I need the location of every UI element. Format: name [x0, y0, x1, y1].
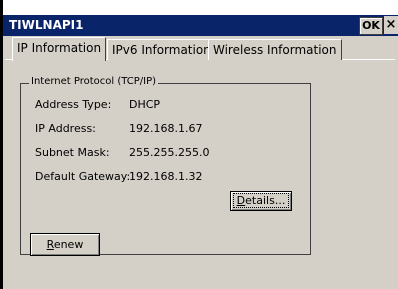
tab-wireless-information[interactable]: Wireless Information [208, 39, 342, 60]
details-button-focus: Details... [232, 193, 290, 208]
default-gateway-value: 192.168.1.32 [129, 170, 203, 183]
address-type-label: Address Type: [35, 98, 112, 111]
window-title: TIWLNAPI1 [9, 18, 84, 32]
title-bar[interactable]: TIWLNAPI1 OK × [3, 15, 398, 36]
ip-address-value: 192.168.1.67 [129, 122, 203, 135]
details-label: etails... [245, 194, 286, 207]
group-label: Internet Protocol (TCP/IP) [29, 76, 159, 87]
details-accelerator: D [236, 194, 246, 207]
details-button[interactable]: Details... [230, 191, 292, 211]
dialog-client-area: IP Information IPv6 Information Wireless… [3, 36, 398, 289]
ip-address-label: IP Address: [35, 122, 96, 135]
tab-ip-information[interactable]: IP Information [12, 37, 107, 61]
address-type-value: DHCP [129, 98, 161, 111]
close-icon[interactable]: × [384, 16, 398, 34]
default-gateway-label: Default Gateway: [35, 170, 131, 183]
renew-button[interactable]: Renew [30, 233, 100, 256]
renew-label: enew [53, 238, 84, 251]
renew-accelerator: R [46, 238, 54, 251]
subnet-mask-value: 255.255.255.0 [129, 146, 210, 159]
ok-button[interactable]: OK [359, 17, 383, 35]
subnet-mask-label: Subnet Mask: [35, 146, 110, 159]
tab-ipv6-information[interactable]: IPv6 Information [107, 39, 216, 60]
